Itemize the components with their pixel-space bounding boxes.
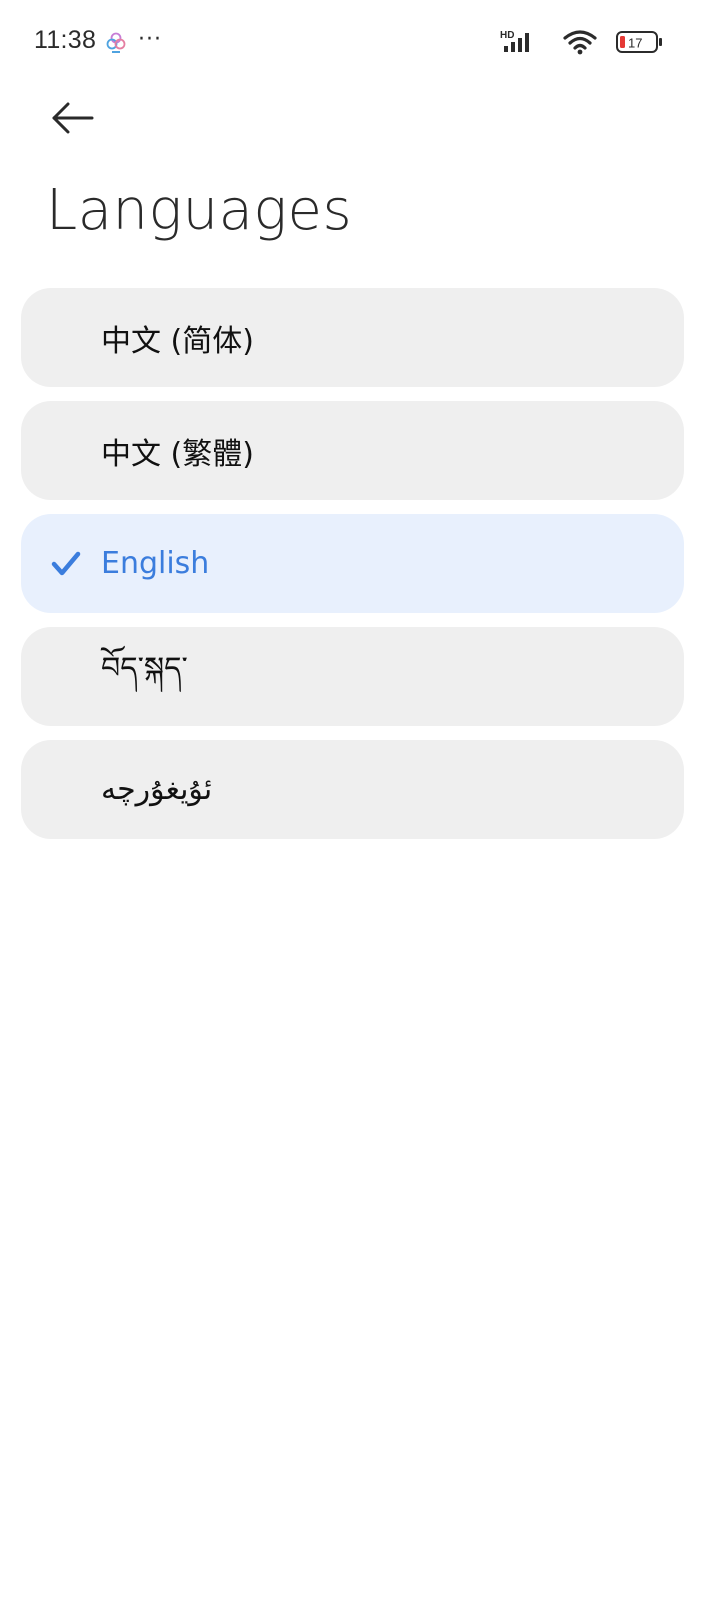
- language-option-uyghur[interactable]: ئۇيغۇرچە: [21, 740, 684, 839]
- status-time: 11:38: [34, 26, 97, 54]
- check-slot: [51, 776, 81, 804]
- language-option-tibetan[interactable]: བོད་སྐད་: [21, 627, 684, 726]
- language-label: English: [101, 546, 210, 581]
- network-type-label: HD: [500, 30, 514, 41]
- check-slot: [51, 663, 81, 691]
- language-option-zh-hant[interactable]: 中文 (繁體): [21, 401, 684, 500]
- app-notification-icon: [104, 30, 128, 54]
- check-slot: [51, 324, 81, 352]
- language-option-english[interactable]: English: [21, 514, 684, 613]
- language-label: ئۇيغۇرچە: [101, 772, 213, 807]
- page-title: Languages: [46, 178, 353, 243]
- check-slot: [51, 437, 81, 465]
- checkmark-icon: [51, 550, 81, 578]
- language-option-zh-hans[interactable]: 中文 (简体): [21, 288, 684, 387]
- arrow-left-icon: [52, 102, 94, 134]
- wifi-icon: [562, 28, 598, 56]
- battery-level-label: 17: [628, 36, 642, 51]
- signal-icon: HD: [500, 28, 544, 56]
- language-label: བོད་སྐད་: [101, 650, 188, 686]
- status-bar: 11:38 ··· HD 17: [0, 0, 720, 84]
- language-label: 中文 (简体): [101, 323, 254, 359]
- language-label: 中文 (繁體): [101, 436, 254, 472]
- language-list: 中文 (简体) 中文 (繁體) English བོད་སྐད་ ئۇيغۇرچ…: [21, 288, 684, 853]
- more-notifications-icon: ···: [138, 27, 162, 52]
- battery-icon: 17: [616, 31, 664, 53]
- back-button[interactable]: [42, 92, 104, 144]
